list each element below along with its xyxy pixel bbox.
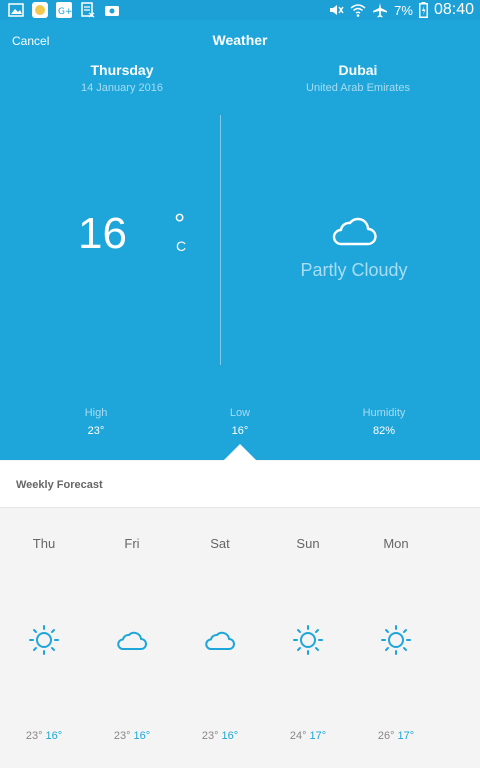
low-value: 16°	[231, 425, 249, 437]
current-temperature: 16 ° C	[78, 208, 186, 272]
forecast-day-name: Sat	[210, 536, 230, 551]
status-right: 7% 08:40	[328, 0, 474, 20]
sun-icon	[293, 625, 323, 655]
forecast-low: 17°	[309, 730, 327, 742]
cloud-icon	[117, 631, 147, 650]
forecast-temps: 23° 16°	[8, 730, 80, 742]
forecast-temps: 26° 17°	[360, 730, 432, 742]
sun-icon	[29, 625, 59, 655]
app-circle-icon	[32, 2, 48, 18]
forecast-day-name: Thu	[32, 536, 56, 551]
humidity-label: Humidity	[362, 407, 406, 419]
forecast-high: 23°	[113, 730, 131, 742]
humidity-stat: Humidity 82%	[334, 407, 434, 437]
forecast-low: 16°	[133, 730, 151, 742]
forecast-low: 16°	[221, 730, 239, 742]
forecast-high: 26°	[377, 730, 395, 742]
cloud-icon	[205, 631, 235, 650]
forecast-high: 23°	[25, 730, 43, 742]
forecast-day-name: Sun	[296, 536, 320, 551]
forecast-temps: 24° 17°	[272, 730, 344, 742]
degree-symbol: °	[174, 208, 186, 239]
forecast-day-name: Mon	[383, 536, 409, 551]
location-block: Dubai United Arab Emirates	[298, 62, 418, 94]
city-label: Dubai	[338, 62, 378, 78]
date-label: 14 January 2016	[81, 82, 163, 94]
low-label: Low	[229, 407, 251, 419]
battery-percent: 7%	[394, 2, 413, 18]
forecast-temps: 23° 16°	[96, 730, 168, 742]
forecast-low: 17°	[397, 730, 415, 742]
document-icon	[81, 2, 95, 18]
weekly-forecast-title: Weekly Forecast	[16, 479, 103, 491]
low-stat: Low 16°	[190, 407, 290, 437]
low-pointer-notch	[222, 444, 258, 462]
cloud-icon	[332, 217, 377, 246]
wifi-icon	[350, 4, 366, 17]
svg-text:G+: G+	[58, 7, 72, 17]
page-title: Weather	[212, 32, 268, 48]
camera-icon	[105, 6, 119, 16]
status-bar: G+ 7% 08:40	[0, 0, 480, 20]
cancel-button[interactable]: Cancel	[12, 34, 49, 48]
google-plus-icon: G+	[56, 2, 72, 18]
gallery-icon	[8, 3, 24, 17]
mute-icon	[330, 5, 344, 15]
forecast-temps: 23° 16°	[184, 730, 256, 742]
high-label: High	[84, 407, 108, 419]
temperature-unit: C	[176, 238, 187, 254]
current-weather-panel: Weather Cancel Thursday 14 January 2016 …	[0, 20, 480, 460]
forecast-high: 23°	[201, 730, 219, 742]
condition-label: Partly Cloudy	[300, 260, 408, 280]
weekly-forecast: Thu 23° 16° Fri 23° 16° Sat 23° 16° Sun …	[0, 508, 480, 768]
battery-icon	[418, 2, 428, 18]
airplane-mode-icon	[373, 3, 388, 18]
humidity-value: 82%	[372, 425, 396, 437]
top-bar: Weather Cancel	[0, 32, 480, 52]
weekly-forecast-header: Weekly Forecast	[0, 461, 480, 508]
clock: 08:40	[433, 1, 474, 18]
forecast-low: 16°	[45, 730, 63, 742]
country-label: United Arab Emirates	[306, 82, 410, 94]
forecast-high: 24°	[289, 730, 307, 742]
sun-icon	[381, 625, 411, 655]
day-label: Thursday	[90, 62, 154, 78]
high-stat: High 23°	[46, 407, 146, 437]
high-value: 23°	[87, 425, 105, 437]
temperature-value: 16	[78, 209, 127, 258]
date-block: Thursday 14 January 2016	[62, 62, 182, 94]
forecast-day-name: Fri	[124, 536, 140, 551]
notification-icons: G+	[8, 2, 120, 18]
vertical-divider	[220, 115, 221, 365]
